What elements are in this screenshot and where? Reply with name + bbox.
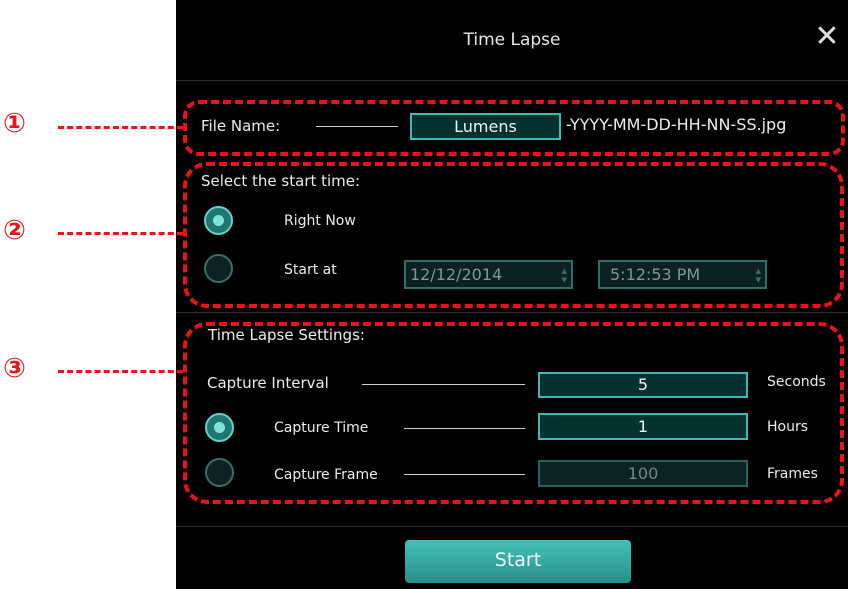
callout-2-leader xyxy=(58,232,183,235)
callout-1-icon: ① xyxy=(3,108,26,139)
start-button[interactable]: Start xyxy=(405,540,631,583)
section-divider xyxy=(176,312,848,313)
dialog-title: Time Lapse xyxy=(463,30,561,50)
callout-3-icon: ③ xyxy=(3,353,26,384)
annotation-box-3 xyxy=(183,322,844,504)
annotation-box-1 xyxy=(183,100,845,156)
callout-2-icon: ② xyxy=(3,215,26,246)
callout-3-leader xyxy=(58,370,183,373)
annotation-box-2 xyxy=(183,162,844,308)
close-icon[interactable]: ✕ xyxy=(812,22,842,52)
footer-divider xyxy=(176,526,848,527)
callout-1-leader xyxy=(58,126,183,129)
header-divider xyxy=(176,80,848,81)
